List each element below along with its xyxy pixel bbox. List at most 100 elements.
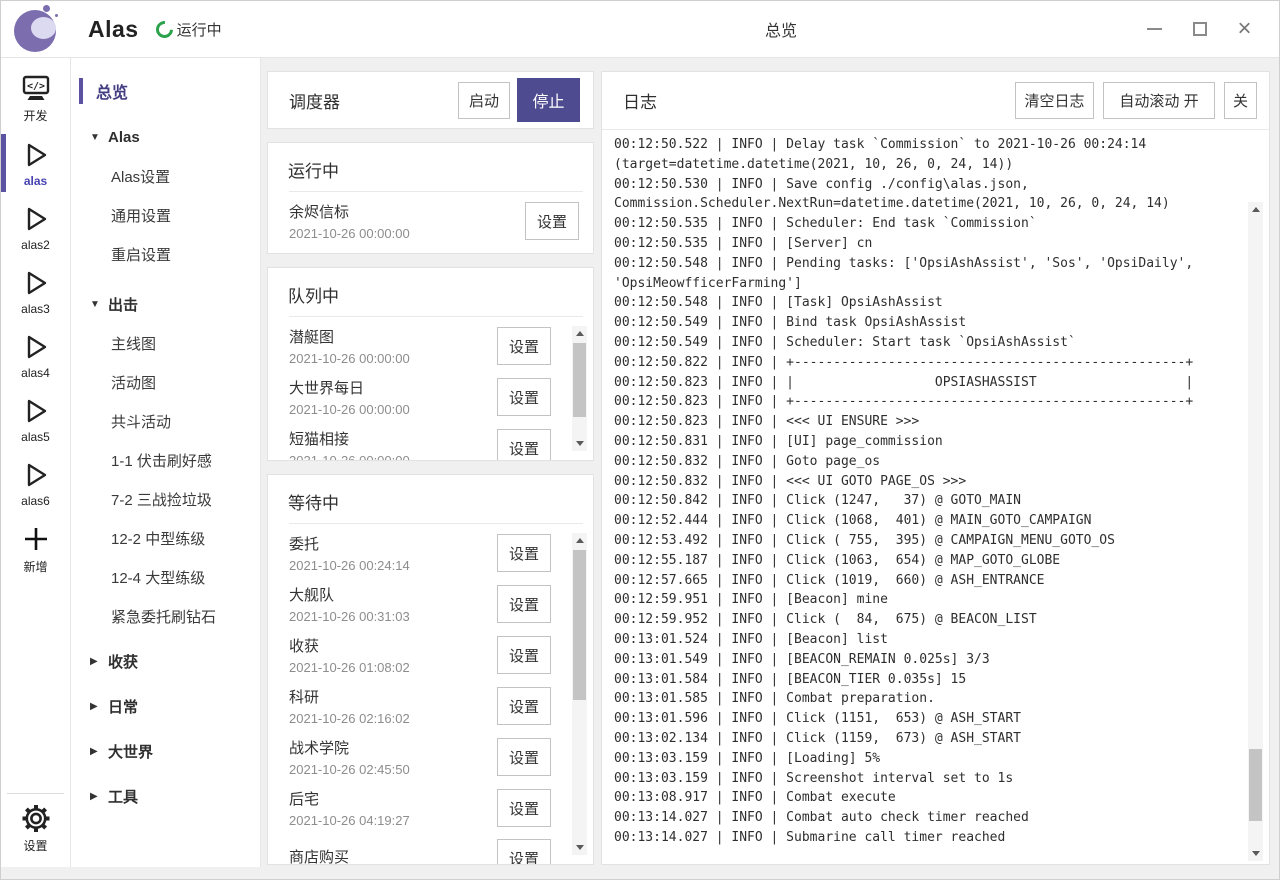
close-button[interactable]: × bbox=[1222, 1, 1267, 57]
log-line: 00:13:01.524 | INFO | [Beacon] list bbox=[614, 630, 1239, 650]
autoscroll-off-button[interactable]: 关 bbox=[1224, 82, 1257, 119]
task-next-run-time: 2021-10-26 01:08:02 bbox=[289, 660, 497, 675]
minimize-button[interactable] bbox=[1132, 1, 1177, 57]
task-row: 大世界每日 2021-10-26 00:00:00 设置 bbox=[268, 372, 565, 423]
rail-item-settings[interactable]: 设置 bbox=[1, 794, 70, 861]
log-line: 00:12:50.522 | INFO | Delay task `Commis… bbox=[614, 135, 1239, 175]
task-name: 大世界每日 bbox=[289, 377, 497, 398]
task-setting-button[interactable]: 设置 bbox=[497, 534, 551, 572]
scheduler-status: 运行中 bbox=[156, 19, 222, 40]
scroll-thumb[interactable] bbox=[573, 343, 586, 417]
rail-item-alas3[interactable]: alas3 bbox=[1, 259, 70, 323]
task-name: 后宅 bbox=[289, 788, 497, 809]
rail-item-alas4[interactable]: alas4 bbox=[1, 323, 70, 387]
menu-item-Alas设置[interactable]: Alas设置 bbox=[71, 157, 260, 196]
svg-text:</>: </> bbox=[26, 81, 44, 92]
scroll-down-icon[interactable] bbox=[572, 840, 587, 855]
autoscroll-on-button[interactable]: 自动滚动 开 bbox=[1103, 82, 1215, 119]
menu-item-主线图[interactable]: 主线图 bbox=[71, 324, 260, 363]
task-setting-button[interactable]: 设置 bbox=[497, 636, 551, 674]
task-setting-button[interactable]: 设置 bbox=[525, 202, 579, 240]
task-setting-button[interactable]: 设置 bbox=[497, 327, 551, 365]
task-name: 大舰队 bbox=[289, 584, 497, 605]
menu-item-7-2 三战捡垃圾[interactable]: 7-2 三战捡垃圾 bbox=[71, 480, 260, 519]
task-row: 委托 2021-10-26 00:24:14 设置 bbox=[268, 528, 565, 579]
menu-group-日常[interactable]: ▶ 日常 bbox=[71, 686, 260, 726]
task-setting-button[interactable]: 设置 bbox=[497, 687, 551, 725]
nav-rail: </> 开发 alas alas2 alas3 alas4 alas5 alas… bbox=[1, 58, 71, 867]
task-row: 收获 2021-10-26 01:08:02 设置 bbox=[268, 630, 565, 681]
task-setting-button[interactable]: 设置 bbox=[497, 378, 551, 416]
log-line: 00:13:01.549 | INFO | [BEACON_REMAIN 0.0… bbox=[614, 650, 1239, 670]
close-icon: × bbox=[1237, 17, 1251, 41]
scroll-down-icon[interactable] bbox=[1248, 846, 1263, 861]
task-row: 短猫相接 2021-10-26 00:00:00 设置 bbox=[268, 423, 565, 460]
running-task-list: 余烬信标 2021-10-26 00:00:00 设置 bbox=[268, 192, 593, 253]
menu-item-通用设置[interactable]: 通用设置 bbox=[71, 196, 260, 235]
log-panel: 日志 清空日志 自动滚动 开 关 00:12:50.522 | INFO | D… bbox=[601, 71, 1270, 865]
menu-group-出击[interactable]: ▼ 出击 bbox=[71, 284, 260, 324]
clear-log-button[interactable]: 清空日志 bbox=[1015, 82, 1094, 119]
window-controls: × bbox=[1132, 1, 1267, 57]
task-setting-button[interactable]: 设置 bbox=[497, 429, 551, 460]
task-name: 短猫相接 bbox=[289, 428, 497, 449]
scroll-thumb[interactable] bbox=[1249, 749, 1262, 821]
rail-item-新增[interactable]: 新增 bbox=[1, 515, 70, 582]
log-line: 00:12:50.831 | INFO | [UI] page_commissi… bbox=[614, 432, 1239, 452]
waiting-task-list: 委托 2021-10-26 00:24:14 设置 大舰队 2021-10-26… bbox=[268, 524, 593, 864]
expand-triangle-icon: ▼ bbox=[90, 299, 108, 310]
task-setting-button[interactable]: 设置 bbox=[497, 839, 551, 864]
menu-item-紧急委托刷钻石[interactable]: 紧急委托刷钻石 bbox=[71, 597, 260, 636]
log-header: 日志 清空日志 自动滚动 开 关 bbox=[602, 72, 1269, 130]
rail-item-alas[interactable]: alas bbox=[1, 131, 70, 195]
stop-button[interactable]: 停止 bbox=[517, 78, 580, 122]
log-line: 00:12:50.548 | INFO | [Task] OpsiAshAssi… bbox=[614, 293, 1239, 313]
scroll-up-icon[interactable] bbox=[572, 533, 587, 548]
menu-group-Alas[interactable]: ▼ Alas bbox=[71, 117, 260, 157]
maximize-button[interactable] bbox=[1177, 1, 1222, 57]
task-name: 委托 bbox=[289, 533, 497, 554]
waiting-scrollbar[interactable] bbox=[572, 533, 587, 855]
task-setting-button[interactable]: 设置 bbox=[497, 789, 551, 827]
task-setting-button[interactable]: 设置 bbox=[497, 585, 551, 623]
scheduler-title: 调度器 bbox=[289, 88, 458, 113]
minimize-icon bbox=[1147, 28, 1162, 30]
scroll-thumb[interactable] bbox=[573, 550, 586, 700]
log-line: 00:12:59.951 | INFO | [Beacon] mine bbox=[614, 590, 1239, 610]
scroll-up-icon[interactable] bbox=[572, 326, 587, 341]
rail-item-开发[interactable]: </> 开发 bbox=[1, 64, 70, 131]
task-next-run-time: 2021-10-26 02:45:50 bbox=[289, 762, 497, 777]
rail-item-alas2[interactable]: alas2 bbox=[1, 195, 70, 259]
log-line: 00:12:50.530 | INFO | Save config ./conf… bbox=[614, 175, 1239, 215]
menu-item-12-2 中型练级[interactable]: 12-2 中型练级 bbox=[71, 519, 260, 558]
menu-group-工具[interactable]: ▶ 工具 bbox=[71, 776, 260, 816]
rail-item-alas5[interactable]: alas5 bbox=[1, 387, 70, 451]
log-scrollbar[interactable] bbox=[1248, 202, 1263, 861]
running-spinner-icon bbox=[152, 17, 176, 41]
log-line: 00:12:50.548 | INFO | Pending tasks: ['O… bbox=[614, 254, 1239, 294]
menu-item-1-1 伏击刷好感[interactable]: 1-1 伏击刷好感 bbox=[71, 441, 260, 480]
expand-triangle-icon: ▶ bbox=[90, 701, 108, 712]
task-name: 商店购买 bbox=[289, 846, 497, 865]
menu-item-12-4 大型练级[interactable]: 12-4 大型练级 bbox=[71, 558, 260, 597]
task-name: 收获 bbox=[289, 635, 497, 656]
task-next-run-time: 2021-10-26 00:24:14 bbox=[289, 558, 497, 573]
menu-item-重启设置[interactable]: 重启设置 bbox=[71, 235, 260, 274]
log-line: 00:13:14.027 | INFO | Submarine call tim… bbox=[614, 828, 1239, 848]
menu-group-大世界[interactable]: ▶ 大世界 bbox=[71, 731, 260, 771]
scroll-up-icon[interactable] bbox=[1248, 202, 1263, 217]
task-name: 战术学院 bbox=[289, 737, 497, 758]
log-line: 00:13:02.134 | INFO | Click (1159, 673) … bbox=[614, 729, 1239, 749]
status-text: 运行中 bbox=[177, 19, 222, 40]
rail-item-alas6[interactable]: alas6 bbox=[1, 451, 70, 515]
menu-item-共斗活动[interactable]: 共斗活动 bbox=[71, 402, 260, 441]
pending-scrollbar[interactable] bbox=[572, 326, 587, 451]
menu-item-overview[interactable]: 总览 bbox=[71, 75, 260, 107]
menu-group-收获[interactable]: ▶ 收获 bbox=[71, 641, 260, 681]
task-setting-button[interactable]: 设置 bbox=[497, 738, 551, 776]
start-button[interactable]: 启动 bbox=[458, 82, 510, 119]
scroll-down-icon[interactable] bbox=[572, 436, 587, 451]
menu-item-活动图[interactable]: 活动图 bbox=[71, 363, 260, 402]
log-line: 00:13:01.596 | INFO | Click (1151, 653) … bbox=[614, 709, 1239, 729]
task-name: 潜艇图 bbox=[289, 326, 497, 347]
